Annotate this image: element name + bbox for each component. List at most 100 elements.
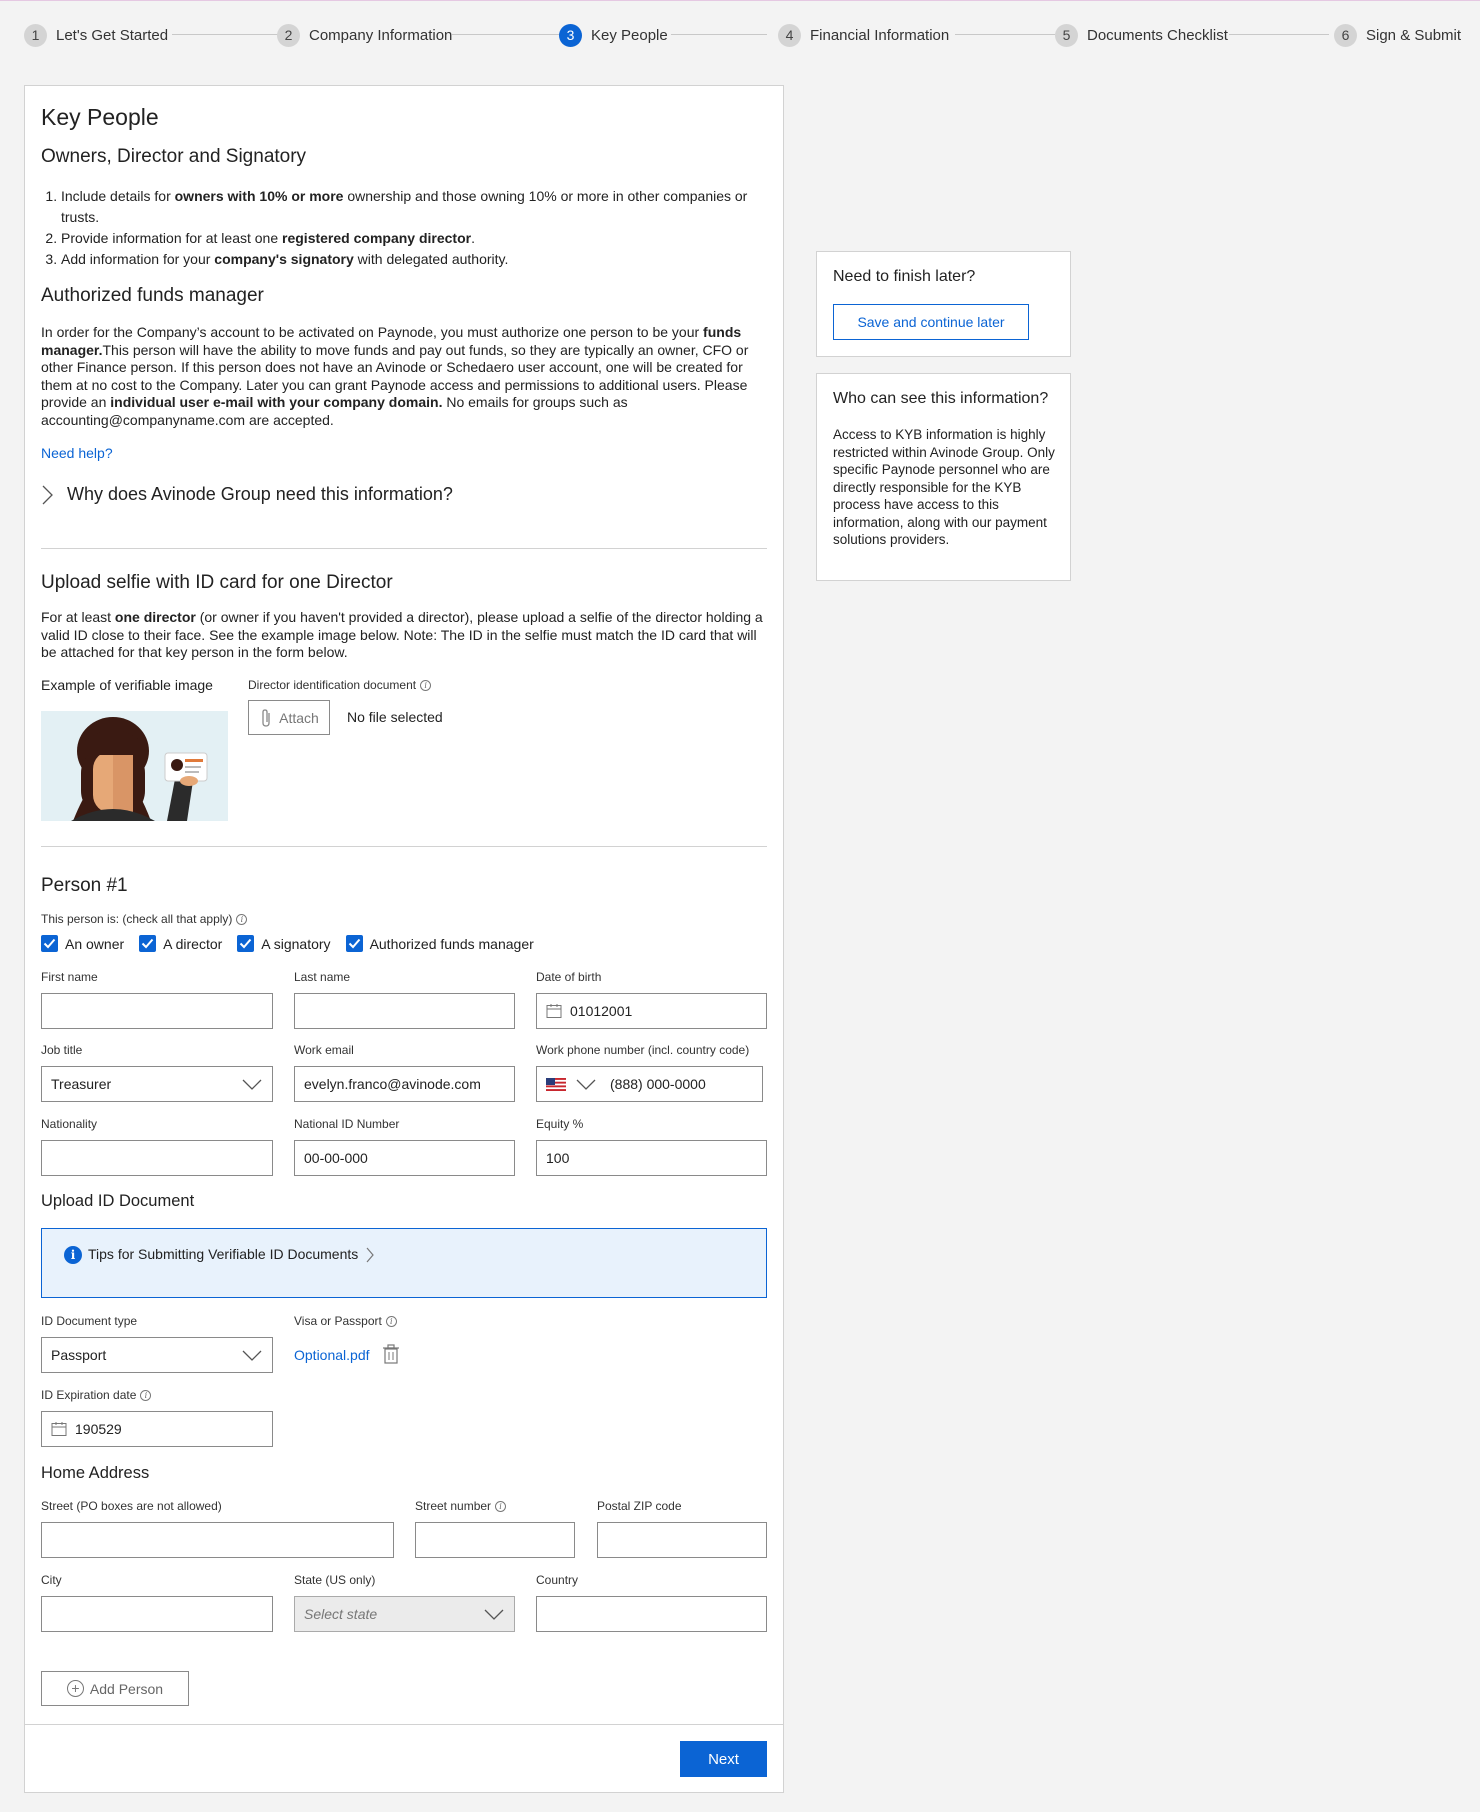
work-phone-input[interactable]: (888) 000-0000 [536, 1066, 763, 1102]
checkbox-label: A signatory [261, 935, 331, 952]
trash-icon[interactable] [382, 1344, 400, 1364]
step-number: 1 [24, 23, 47, 47]
chevron-right-icon [42, 485, 53, 504]
first-name-input[interactable] [41, 993, 273, 1029]
step-number: 4 [778, 23, 801, 47]
city-label: City [41, 1573, 62, 1587]
id-doc-type-label: ID Document type [41, 1314, 138, 1328]
chevron-right-icon [366, 1247, 375, 1263]
work-email-label: Work email [294, 1043, 354, 1057]
step-sign-submit[interactable]: 6 Sign & Submit [1334, 22, 1461, 48]
id-expiration-input[interactable]: 190529 [41, 1411, 273, 1447]
chevron-down-icon [242, 1350, 262, 1361]
list-item: Provide information for at least one reg… [61, 228, 771, 249]
info-icon[interactable]: i [140, 1389, 152, 1401]
nationality-input[interactable] [41, 1140, 273, 1176]
step-connector [671, 34, 767, 35]
step-connector [1229, 34, 1329, 35]
street-label: Street (PO boxes are not allowed) [41, 1499, 222, 1513]
checkbox-funds-manager[interactable]: Authorized funds manager [345, 935, 534, 952]
chevron-down-icon [484, 1609, 504, 1620]
person-heading: Person #1 [41, 875, 128, 896]
step-number: 5 [1055, 23, 1078, 47]
uploaded-file-link[interactable]: Optional.pdf [294, 1347, 370, 1363]
info-icon[interactable]: i [495, 1500, 507, 1512]
info-icon: i [64, 1246, 82, 1264]
checkbox-checked-icon [237, 935, 255, 952]
id-expiration-label: ID Expiration date i [41, 1388, 152, 1402]
first-name-label: First name [41, 970, 98, 984]
funds-manager-heading: Authorized funds manager [41, 285, 264, 306]
person-role-label: This person is: (check all that apply) i [41, 912, 248, 926]
section-divider [41, 846, 767, 847]
finish-later-panel: Need to finish later? Save and continue … [816, 251, 1071, 357]
step-financial-information[interactable]: 4 Financial Information [778, 22, 949, 48]
example-selfie-image [41, 711, 228, 821]
nationality-label: Nationality [41, 1117, 98, 1131]
step-key-people[interactable]: 3 Key People [559, 22, 668, 48]
save-continue-later-button[interactable]: Save and continue later [833, 304, 1029, 340]
dob-label: Date of birth [536, 970, 602, 984]
list-item: Add information for your company's signa… [61, 249, 771, 270]
step-connector [172, 34, 288, 35]
selfie-description: For at least one director (or owner if y… [41, 609, 763, 660]
state-select[interactable]: Select state [294, 1596, 515, 1632]
step-label: Let's Get Started [56, 26, 169, 44]
us-flag-icon[interactable] [546, 1077, 566, 1091]
checkbox-signatory[interactable]: A signatory [237, 935, 331, 952]
why-info-accordion[interactable]: Why does Avinode Group need this informa… [41, 484, 453, 505]
info-icon[interactable]: i [420, 679, 432, 691]
calendar-icon [51, 1422, 67, 1436]
job-title-label: Job title [41, 1043, 83, 1057]
work-email-input[interactable]: evelyn.franco@avinode.com [294, 1066, 515, 1102]
dob-input[interactable]: 01012001 [536, 993, 767, 1029]
info-icon[interactable]: i [385, 1315, 397, 1327]
checkbox-checked-icon [41, 935, 58, 952]
checkbox-owner[interactable]: An owner [41, 935, 124, 952]
checkbox-checked-icon [345, 935, 363, 952]
equity-input[interactable]: 100 [536, 1140, 767, 1176]
step-number: 6 [1334, 23, 1357, 47]
chevron-down-icon[interactable] [576, 1077, 596, 1091]
street-input[interactable] [41, 1522, 394, 1558]
visa-passport-label: Visa or Passport i [294, 1314, 397, 1328]
person-role-checkboxes: An owner A director A signatory Authoriz… [41, 935, 549, 952]
calendar-icon [546, 1004, 562, 1018]
street-number-input[interactable] [415, 1522, 575, 1558]
last-name-input[interactable] [294, 993, 515, 1029]
add-person-button[interactable]: + Add Person [41, 1671, 189, 1706]
zip-label: Postal ZIP code [597, 1499, 682, 1513]
country-input[interactable] [536, 1596, 767, 1632]
city-input[interactable] [41, 1596, 273, 1632]
step-label: Company Information [309, 26, 453, 44]
owners-heading: Owners, Director and Signatory [41, 146, 307, 167]
street-number-label: Street number i [415, 1499, 507, 1513]
step-label: Sign & Submit [1366, 26, 1462, 44]
upload-id-heading: Upload ID Document [41, 1192, 195, 1210]
step-connector [955, 34, 1055, 35]
job-title-select[interactable]: Treasurer [41, 1066, 273, 1102]
top-accent-line [0, 0, 1480, 4]
attach-button[interactable]: Attach [248, 700, 330, 735]
home-address-heading: Home Address [41, 1464, 150, 1482]
national-id-input[interactable]: 00-00-000 [294, 1140, 515, 1176]
chevron-down-icon [242, 1079, 262, 1090]
need-help-link[interactable]: Need help? [41, 445, 113, 461]
next-button[interactable]: Next [680, 1741, 767, 1777]
zip-input[interactable] [597, 1522, 767, 1558]
step-company-information[interactable]: 2 Company Information [277, 22, 452, 48]
id-doc-type-select[interactable]: Passport [41, 1337, 273, 1373]
example-image-label: Example of verifiable image [41, 677, 213, 693]
step-documents-checklist[interactable]: 5 Documents Checklist [1055, 22, 1228, 48]
footer-divider [25, 1724, 783, 1725]
paperclip-icon [262, 708, 270, 727]
who-can-see-title: Who can see this information? [833, 390, 1049, 407]
step-lets-get-started[interactable]: 1 Let's Get Started [24, 22, 168, 48]
work-phone-label: Work phone number (incl. country code) [536, 1043, 750, 1057]
state-label: State (US only) [294, 1573, 376, 1587]
tips-banner[interactable]: i Tips for Submitting Verifiable ID Docu… [41, 1228, 767, 1298]
info-icon[interactable]: i [236, 913, 248, 925]
step-number: 2 [277, 23, 300, 47]
step-label: Financial Information [810, 26, 950, 44]
checkbox-director[interactable]: A director [139, 935, 222, 952]
